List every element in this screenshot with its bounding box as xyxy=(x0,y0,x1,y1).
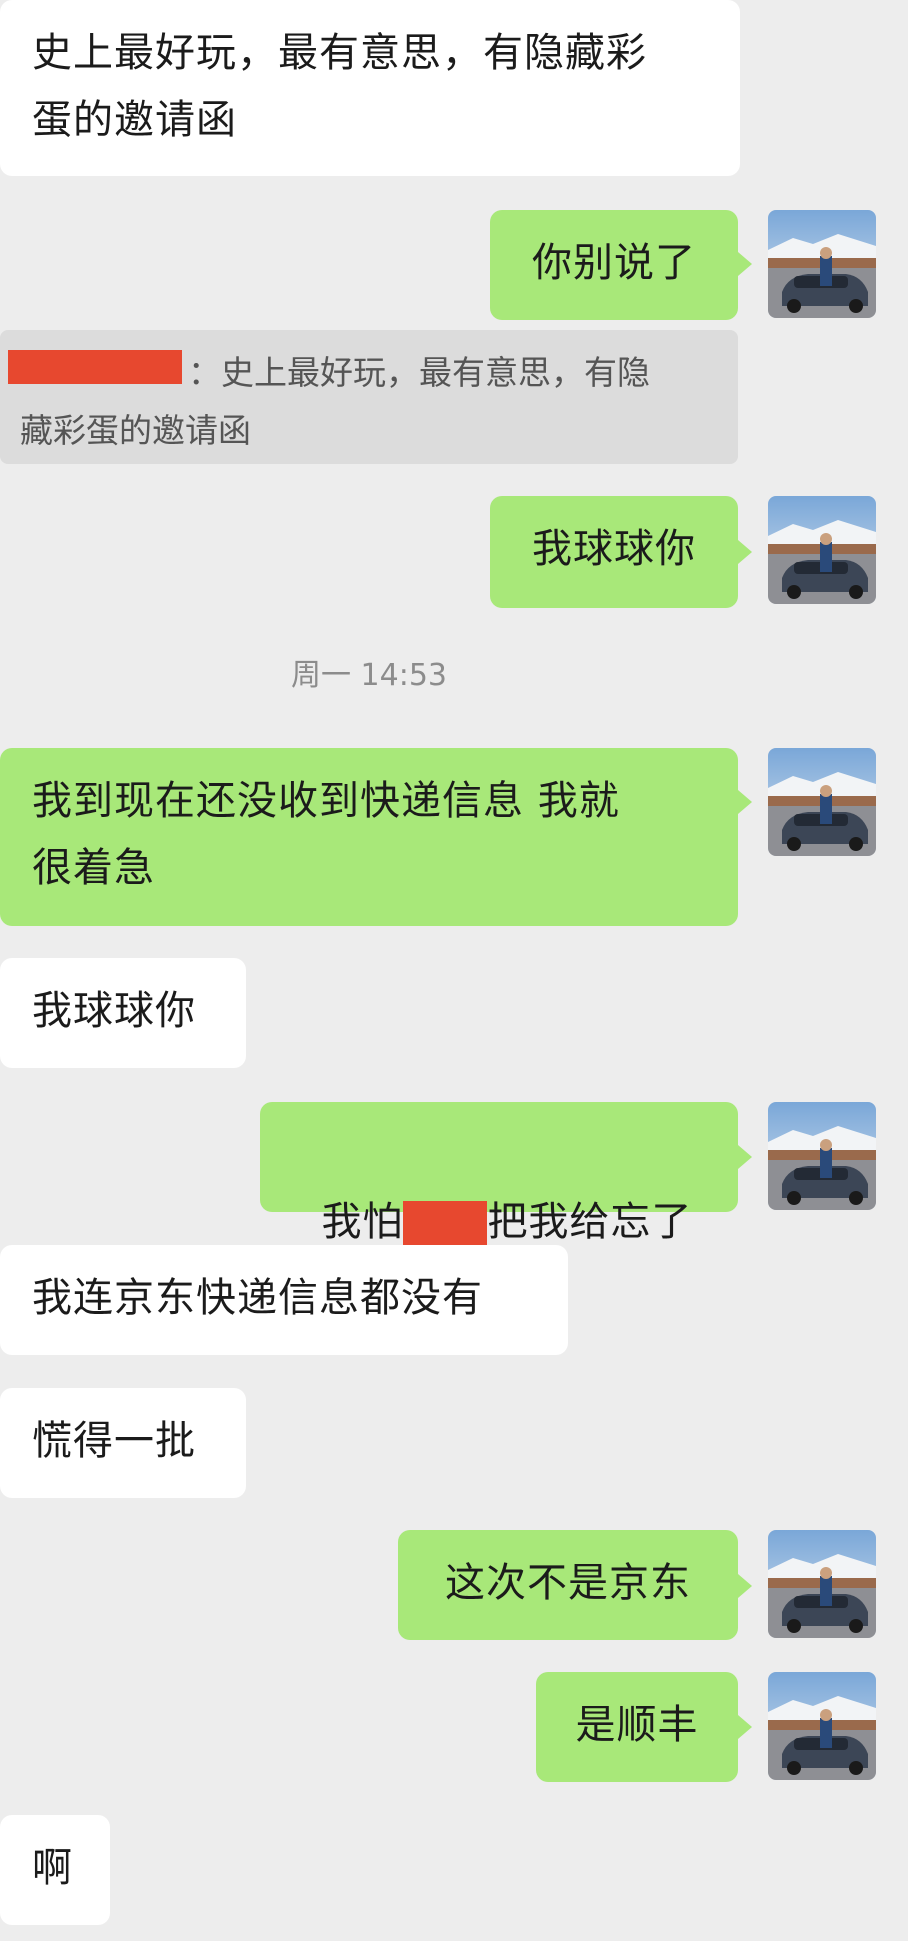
message-text-part: 把我给忘了 xyxy=(487,1199,693,1245)
message-bubble-outgoing[interactable]: 这次不是京东 xyxy=(398,1530,738,1640)
avatar[interactable] xyxy=(768,1530,876,1638)
bubble-tail xyxy=(738,1715,752,1739)
user-avatar-car-photo-icon xyxy=(768,748,876,856)
avatar[interactable] xyxy=(768,496,876,604)
avatar[interactable] xyxy=(768,748,876,856)
message-bubble-incoming[interactable]: 我球球你 xyxy=(0,958,246,1068)
message-bubble-incoming[interactable]: 史上最好玩，最有意思，有隐藏彩 蛋的邀请函 xyxy=(0,0,740,176)
timestamp: 周一 14:53 xyxy=(291,658,447,693)
redacted-name xyxy=(8,350,182,384)
user-avatar-car-photo-icon xyxy=(768,210,876,318)
message-bubble-incoming[interactable]: 慌得一批 xyxy=(0,1388,246,1498)
message-bubble-outgoing[interactable]: 你别说了 xyxy=(490,210,738,320)
bubble-tail xyxy=(738,252,752,276)
message-bubble-outgoing[interactable]: 我球球你 xyxy=(490,496,738,608)
message-bubble-outgoing[interactable]: 我怕 把我给忘了 xyxy=(260,1102,738,1247)
redacted-name xyxy=(403,1201,488,1247)
message-bubble-incoming[interactable]: 我连京东快递信息都没有 xyxy=(0,1245,568,1355)
avatar[interactable] xyxy=(768,1102,876,1210)
message-bubble-outgoing[interactable]: 是顺丰 xyxy=(536,1672,738,1782)
bubble-tail xyxy=(738,540,752,564)
quoted-message[interactable]: ：史上最好玩，最有意思，有隐 藏彩蛋的邀请函 xyxy=(0,330,738,464)
user-avatar-car-photo-icon xyxy=(768,1102,876,1210)
message-bubble-incoming[interactable]: 啊 xyxy=(0,1815,110,1925)
bubble-tail xyxy=(738,1145,752,1169)
bubble-tail xyxy=(738,1574,752,1598)
bubble-tail xyxy=(738,790,752,814)
user-avatar-car-photo-icon xyxy=(768,496,876,604)
avatar[interactable] xyxy=(768,210,876,318)
message-text-part: 我怕 xyxy=(321,1199,404,1245)
message-bubble-outgoing[interactable]: 我到现在还没收到快递信息 我就 很着急 xyxy=(0,748,738,926)
avatar[interactable] xyxy=(768,1672,876,1780)
user-avatar-car-photo-icon xyxy=(768,1530,876,1638)
user-avatar-car-photo-icon xyxy=(768,1672,876,1780)
